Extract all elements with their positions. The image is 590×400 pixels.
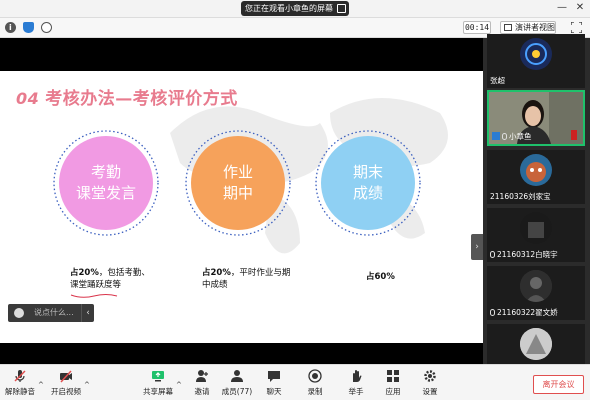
apps-grid-icon — [387, 370, 399, 382]
mic-icon — [490, 251, 495, 258]
shared-screen: 04 考核办法—考核评价方式 考勤 课堂发言 作业 期中 期末 成绩 占20%，… — [0, 38, 483, 364]
members-icon — [231, 370, 243, 382]
screen-share-banner[interactable]: 您正在观看小章鱼的屏幕 — [241, 1, 349, 16]
participant-name: 张超 — [490, 76, 505, 85]
info-icon[interactable]: i — [5, 22, 16, 33]
avatar — [520, 38, 552, 70]
host-icon — [492, 132, 500, 140]
signal-icon[interactable] — [41, 22, 52, 33]
participant-tile[interactable]: 21160312白晓宇 — [487, 208, 585, 262]
camera-off-icon — [60, 370, 72, 383]
settings-button[interactable]: 设置 — [412, 369, 448, 399]
avatar — [520, 270, 552, 302]
fullscreen-icon[interactable] — [571, 22, 582, 33]
share-screen-icon — [152, 371, 164, 382]
invite-icon — [196, 370, 208, 382]
slide-heading: 04 考核办法—考核评价方式 — [16, 84, 238, 109]
unmute-button[interactable]: 解除静音 — [2, 369, 38, 399]
mic-icon — [490, 309, 495, 316]
raise-hand-button[interactable]: 举手 — [338, 369, 374, 399]
leave-meeting-button[interactable]: 离开会议 — [533, 375, 584, 394]
participant-tile[interactable]: 21160326刘家宝 — [487, 150, 585, 204]
members-button[interactable]: 成员(77) — [219, 369, 255, 399]
record-icon — [308, 369, 322, 383]
circle-attendance-text: 考勤 课堂发言 — [75, 163, 136, 202]
caption-homework: 占20%，平时作业与期中成绩 — [202, 268, 291, 290]
chat-input-box[interactable]: 说点什么... ‹ — [8, 304, 94, 322]
meeting-window: 您正在观看小章鱼的屏幕 — ✕ i 00:14 演讲者视图 04 考核办法—考核… — [0, 0, 590, 400]
presentation-slide: 04 考核办法—考核评价方式 考勤 课堂发言 作业 期中 期末 成绩 占20%，… — [0, 71, 483, 343]
annotation-underline — [70, 294, 118, 298]
window-title: 您正在观看小章鱼的屏幕 — [245, 4, 333, 13]
grid-icon — [504, 24, 512, 31]
slide-number: 04 — [16, 89, 40, 108]
minimize-icon[interactable]: — — [556, 2, 568, 14]
security-shield-icon[interactable] — [23, 22, 34, 33]
participant-tile-active[interactable]: 小章鱼 — [487, 90, 585, 146]
chat-icon — [268, 371, 280, 382]
close-icon[interactable]: ✕ — [574, 2, 586, 14]
avatar — [520, 212, 552, 244]
caption-final: 占60% — [366, 272, 395, 282]
mic-muted-icon — [14, 370, 26, 382]
participant-name: 21160326刘家宝 — [490, 192, 551, 201]
participant-name: 小章鱼 — [492, 131, 532, 142]
circle-homework-text: 作业 期中 — [222, 163, 253, 202]
title-bar: 您正在观看小章鱼的屏幕 — ✕ — [0, 0, 590, 18]
avatar — [520, 154, 552, 186]
bottom-control-bar: 解除静音 ^ 开启视频 ^ 共享屏幕 ^ 邀请 成员(77) 聊天 录制 举手 … — [0, 364, 590, 400]
meeting-timer: 00:14 — [463, 21, 491, 34]
gear-icon — [424, 370, 436, 382]
mic-icon — [502, 133, 507, 140]
start-video-button[interactable]: 开启视频 — [48, 369, 84, 399]
hand-icon — [353, 370, 362, 382]
share-options-icon[interactable]: ^ — [176, 381, 182, 389]
apps-button[interactable]: 应用 — [375, 369, 411, 399]
participant-name: 21160322翟文娇 — [490, 307, 558, 318]
slide-title: 考核办法—考核评价方式 — [45, 89, 238, 109]
avatar — [520, 328, 552, 360]
record-button[interactable]: 录制 — [297, 369, 333, 399]
chat-button[interactable]: 聊天 — [256, 369, 292, 399]
circle-final-text: 期末 成绩 — [352, 163, 383, 202]
view-mode-label: 演讲者视图 — [515, 23, 555, 32]
participant-name: 21160312白晓宇 — [490, 249, 558, 260]
audio-options-icon[interactable]: ^ — [38, 381, 44, 389]
invite-button[interactable]: 邀请 — [184, 369, 220, 399]
participant-tile[interactable] — [487, 324, 585, 364]
collapse-chat-icon[interactable]: ‹ — [81, 304, 94, 322]
video-options-icon[interactable]: ^ — [84, 381, 90, 389]
participant-strip: 张超 小章鱼 21160326刘家宝 21160312白晓宇 21160322翟… — [483, 34, 590, 364]
view-mode-button[interactable]: 演讲者视图 — [500, 21, 556, 34]
participant-tile[interactable]: 21160322翟文娇 — [487, 266, 585, 320]
exit-share-view-icon[interactable] — [337, 4, 346, 13]
caption-attendance: 占20%，包括考勤、课堂踊跃度等 — [70, 268, 150, 290]
toggle-participants-icon[interactable]: › — [471, 234, 483, 260]
share-screen-button[interactable]: 共享屏幕 — [140, 369, 176, 399]
chat-placeholder: 说点什么... — [34, 308, 74, 317]
emoji-icon[interactable] — [14, 308, 24, 318]
participant-tile[interactable]: 张超 — [487, 34, 585, 88]
